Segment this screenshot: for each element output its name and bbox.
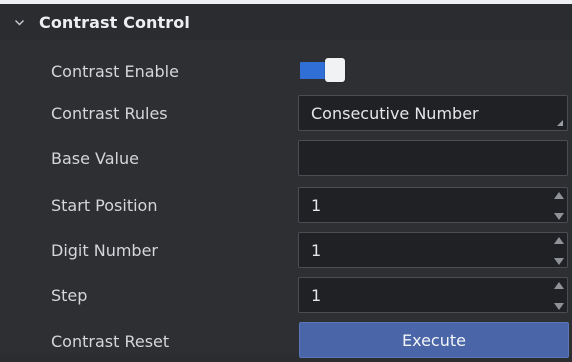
toggle-track xyxy=(300,62,328,79)
spin-up-icon[interactable] xyxy=(554,237,564,244)
spin-up-icon[interactable] xyxy=(554,192,564,199)
start-position-spinner xyxy=(553,192,565,220)
contrast-reset-label: Contrast Reset xyxy=(51,331,170,351)
section-title: Contrast Control xyxy=(39,12,190,32)
row-contrast-reset: Contrast Reset Execute xyxy=(0,320,572,362)
spin-down-icon[interactable] xyxy=(554,258,564,265)
digit-number-label: Digit Number xyxy=(51,240,158,260)
contrast-rules-value: Consecutive Number xyxy=(311,103,479,123)
row-digit-number: Digit Number 1 xyxy=(0,229,572,271)
contrast-enable-label: Contrast Enable xyxy=(51,61,179,81)
spin-down-icon[interactable] xyxy=(554,303,564,310)
step-label: Step xyxy=(51,285,88,305)
row-contrast-rules: Contrast Rules Consecutive Number xyxy=(0,92,572,134)
section-header-contrast-control[interactable]: Contrast Control xyxy=(0,4,572,40)
spin-down-icon[interactable] xyxy=(554,213,564,220)
row-start-position: Start Position 1 xyxy=(0,184,572,226)
row-contrast-enable: Contrast Enable xyxy=(0,50,572,92)
contrast-rules-select[interactable]: Consecutive Number xyxy=(298,95,568,131)
row-base-value: Base Value xyxy=(0,137,572,179)
chevron-down-icon[interactable] xyxy=(14,17,25,28)
digit-number-spinner xyxy=(553,237,565,265)
spin-up-icon[interactable] xyxy=(554,282,564,289)
start-position-value: 1 xyxy=(311,195,322,215)
start-position-label: Start Position xyxy=(51,195,158,215)
step-spinner xyxy=(553,282,565,310)
digit-number-value: 1 xyxy=(311,240,322,260)
settings-panel: Contrast Control Contrast Enable Contras… xyxy=(0,0,572,358)
step-value: 1 xyxy=(311,285,322,305)
step-input[interactable]: 1 xyxy=(298,277,568,313)
row-step: Step 1 xyxy=(0,274,572,316)
dropdown-corner-icon xyxy=(557,120,563,126)
digit-number-input[interactable]: 1 xyxy=(298,232,568,268)
contrast-rules-label: Contrast Rules xyxy=(51,103,168,123)
toggle-knob[interactable] xyxy=(325,58,345,82)
base-value-input[interactable] xyxy=(298,140,568,176)
start-position-input[interactable]: 1 xyxy=(298,187,568,223)
contrast-enable-toggle[interactable] xyxy=(300,58,346,82)
base-value-label: Base Value xyxy=(51,148,139,168)
